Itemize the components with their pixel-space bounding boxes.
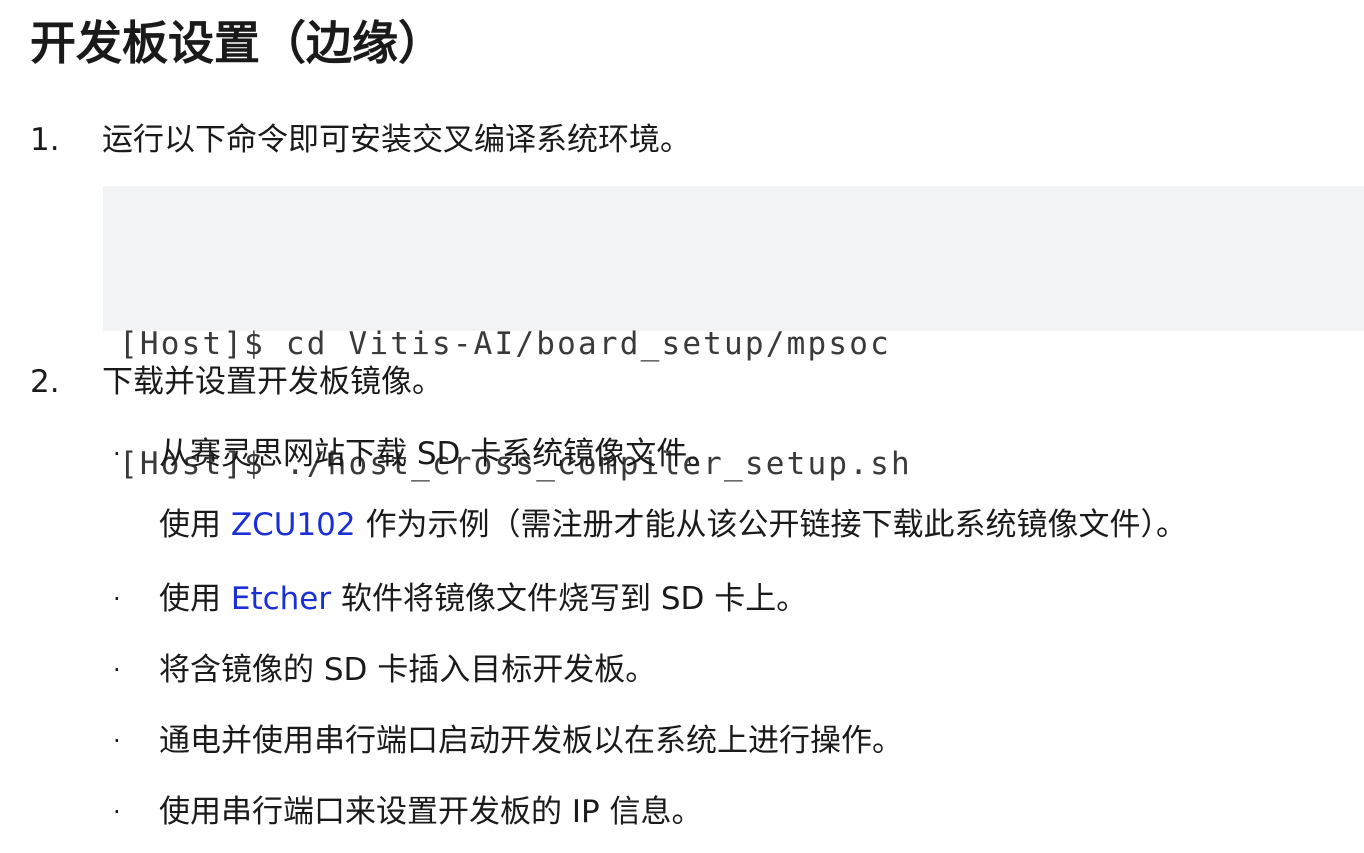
step-1: 1. 运行以下命令即可安装交叉编译系统环境。 bbox=[30, 120, 691, 160]
list-item-detail: 使用 ZCU102 作为示例（需注册才能从该公开链接下载此系统镜像文件）。 bbox=[159, 505, 1187, 545]
list-item: · 使用 Etcher 软件将镜像文件烧写到 SD 卡上。 bbox=[113, 579, 807, 619]
list-item: · 从赛灵思网站下载 SD 卡系统镜像文件。 bbox=[113, 434, 718, 474]
bullet-icon: · bbox=[113, 798, 121, 826]
step-text: 运行以下命令即可安装交叉编译系统环境。 bbox=[102, 122, 691, 158]
list-item-text: 从赛灵思网站下载 SD 卡系统镜像文件。 bbox=[159, 436, 719, 472]
code-block[interactable]: [Host]$ cd Vitis-AI/board_setup/mpsoc [H… bbox=[103, 186, 1364, 482]
bullet-icon: · bbox=[113, 440, 121, 468]
list-item-text-before: 使用 bbox=[159, 581, 231, 617]
zcu102-link[interactable]: ZCU102 bbox=[231, 507, 356, 543]
bullet-icon: · bbox=[113, 727, 121, 755]
bullet-icon: · bbox=[113, 656, 121, 684]
step-number: 2. bbox=[30, 364, 60, 400]
list-item: · 将含镜像的 SD 卡插入目标开发板。 bbox=[113, 650, 656, 690]
list-item-text-after: 软件将镜像文件烧写到 SD 卡上。 bbox=[331, 581, 808, 617]
code-line: [Host]$ cd Vitis-AI/board_setup/mpsoc bbox=[119, 326, 891, 362]
list-item: · 通电并使用串行端口启动开发板以在系统上进行操作。 bbox=[113, 721, 903, 761]
etcher-link[interactable]: Etcher bbox=[231, 581, 331, 617]
bullet-icon: · bbox=[113, 585, 121, 613]
step-text: 下载并设置开发板镜像。 bbox=[102, 364, 443, 400]
step-number: 1. bbox=[30, 122, 60, 158]
step-2: 2. 下载并设置开发板镜像。 bbox=[30, 362, 443, 402]
list-item-text: 使用串行端口来设置开发板的 IP 信息。 bbox=[159, 794, 703, 830]
detail-text-before: 使用 bbox=[159, 507, 231, 543]
list-item-text: 将含镜像的 SD 卡插入目标开发板。 bbox=[159, 652, 657, 688]
detail-text-after: 作为示例（需注册才能从该公开链接下载此系统镜像文件）。 bbox=[355, 507, 1187, 543]
list-item: · 使用串行端口来设置开发板的 IP 信息。 bbox=[113, 792, 703, 832]
list-item-text: 通电并使用串行端口启动开发板以在系统上进行操作。 bbox=[159, 723, 903, 759]
page-title: 开发板设置（边缘） bbox=[30, 16, 444, 70]
